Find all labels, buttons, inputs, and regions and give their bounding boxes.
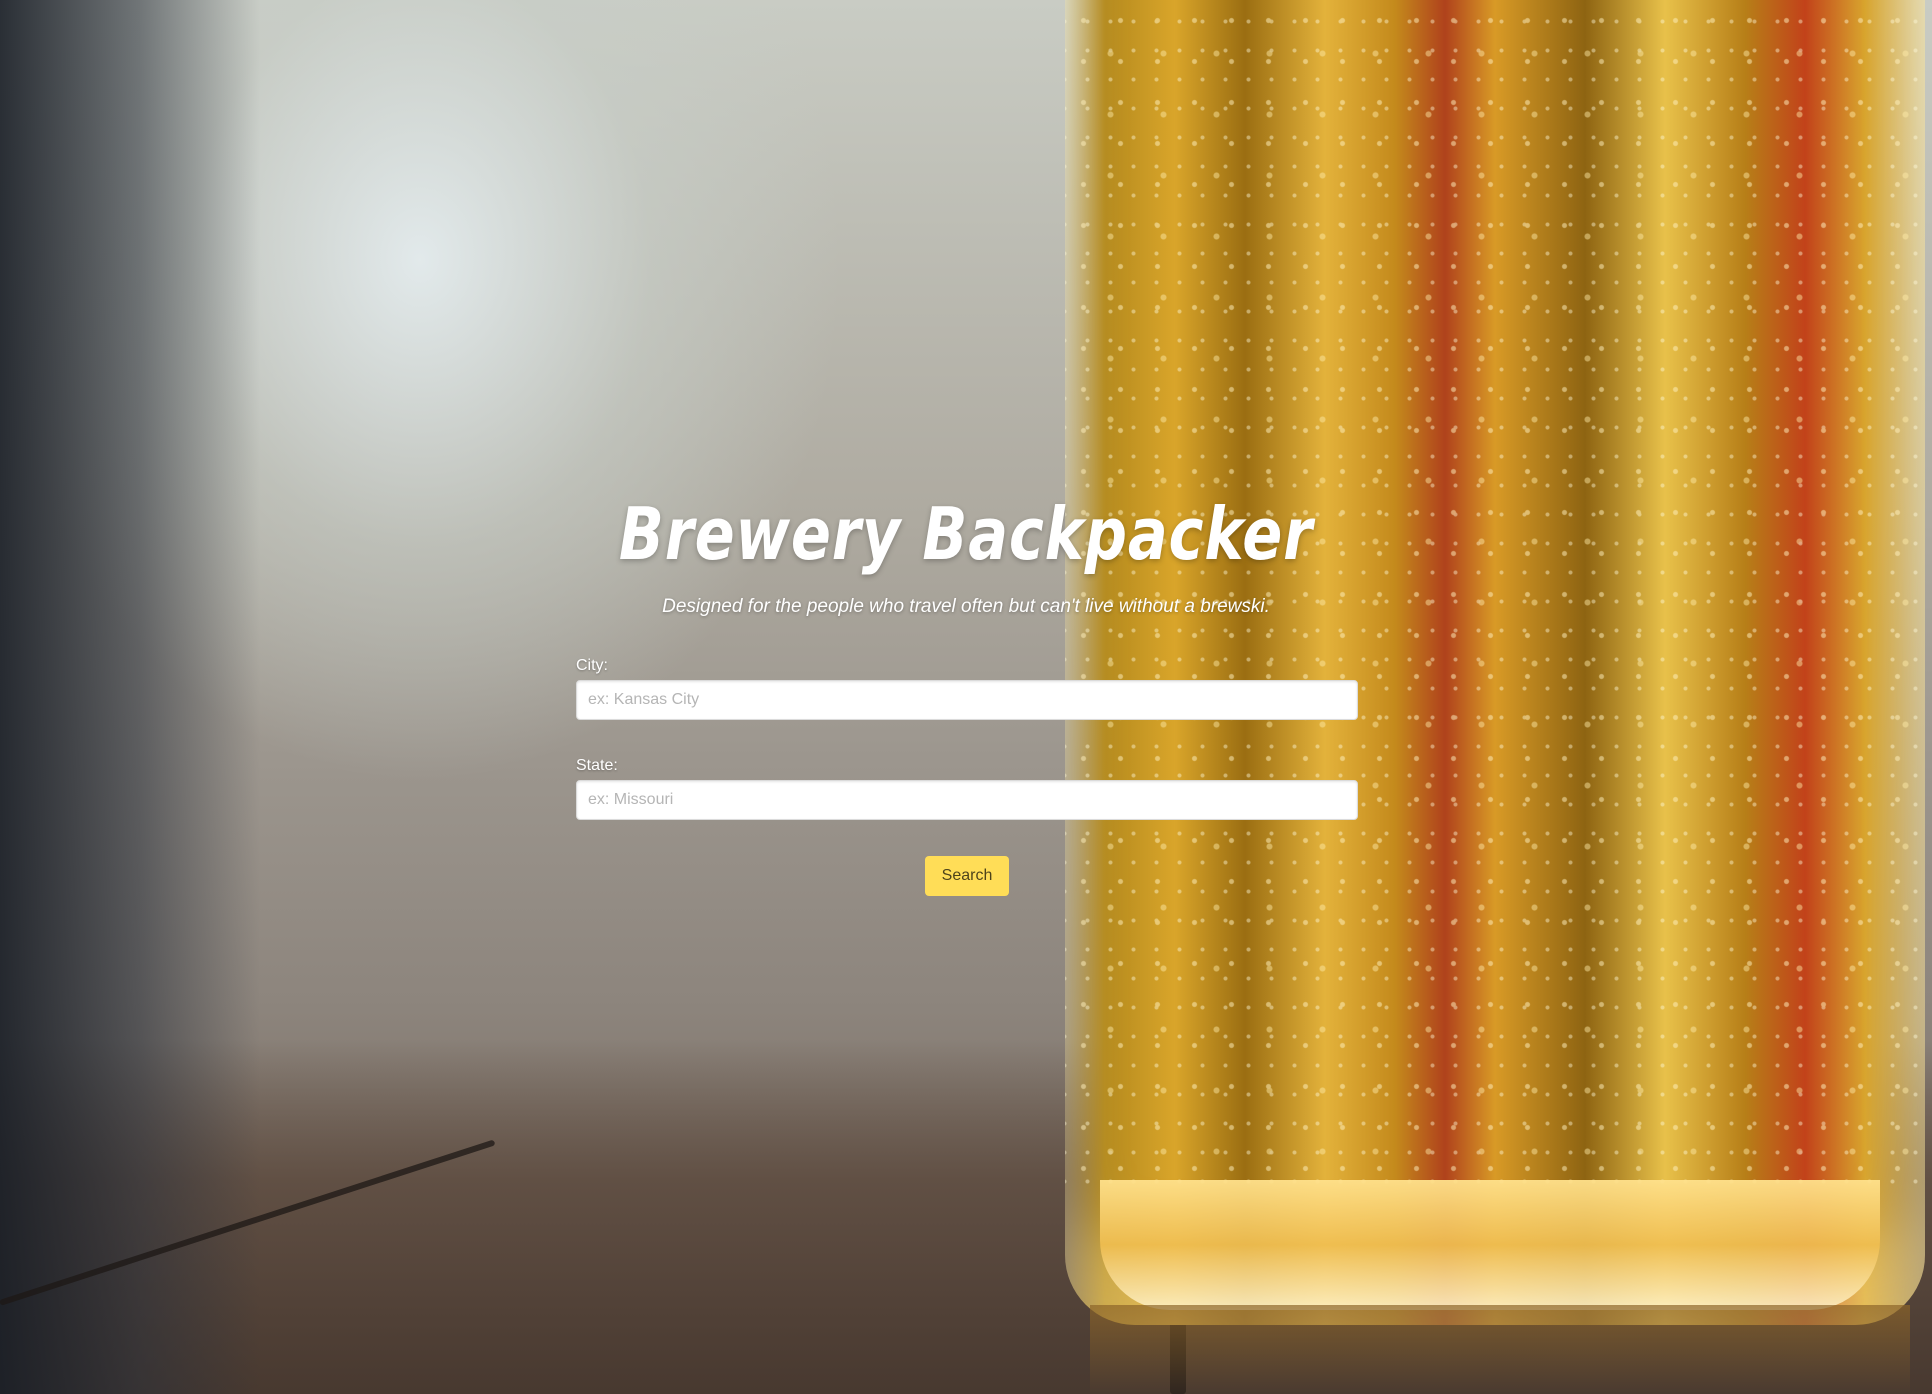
- search-panel: Brewery Backpacker Designed for the peop…: [0, 0, 1932, 1394]
- state-label: State:: [576, 757, 618, 774]
- city-label: City:: [576, 657, 608, 674]
- tagline: Designed for the people who travel often…: [662, 596, 1270, 617]
- page-title: Brewery Backpacker: [618, 492, 1314, 576]
- search-button[interactable]: Search: [925, 856, 1009, 896]
- city-input[interactable]: [576, 680, 1358, 720]
- hero-section: Brewery Backpacker Designed for the peop…: [0, 0, 1932, 1394]
- state-input[interactable]: [576, 780, 1358, 820]
